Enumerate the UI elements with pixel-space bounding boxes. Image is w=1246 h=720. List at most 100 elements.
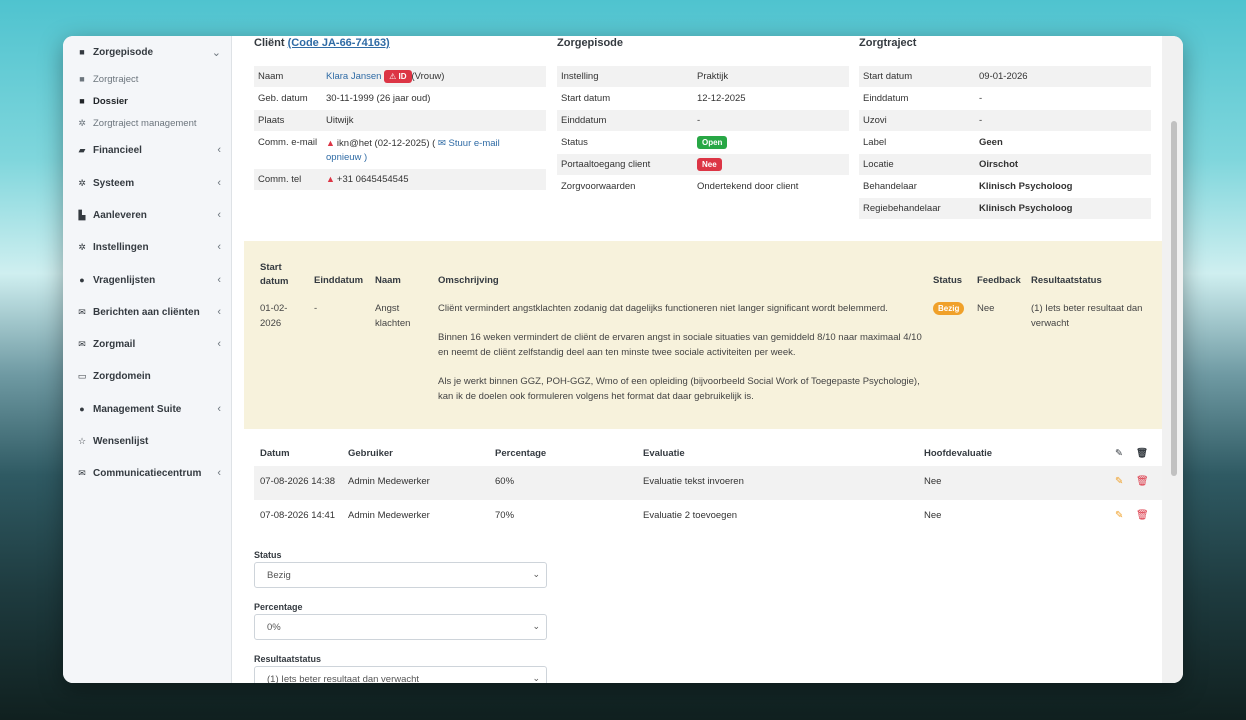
episode-title: Zorgepisode [557, 37, 624, 49]
episode-row: Start datum 12-12-2025 [561, 93, 746, 104]
traject-row: Start datum 09-01-2026 [859, 66, 1151, 87]
status-label: Status [254, 550, 282, 560]
percentage-label: Percentage [254, 602, 303, 612]
chevron-left-icon: ‹ [217, 403, 221, 415]
chevron-down-icon: ⌄ [532, 621, 540, 631]
portal-access-badge: Nee [697, 158, 722, 171]
chevron-left-icon: ‹ [217, 241, 221, 253]
chevron-down-icon: ⌄ [532, 569, 540, 579]
client-row-tel: Comm. tel ▲ +31 0645454545 [254, 169, 546, 190]
sidebar-item-wensenlijst[interactable]: ☆ Wensenlijst [75, 432, 221, 450]
sidebar-item-management-suite[interactable]: ● Management Suite ‹ [75, 400, 221, 418]
trash-icon[interactable]: 🗑 [1136, 476, 1149, 487]
sidebar-item-zorgtraject[interactable]: ■ Zorgtraject [75, 70, 221, 88]
chevron-left-icon: ‹ [217, 338, 221, 350]
envelope-icon: ✉ [78, 338, 86, 349]
client-title: Cliënt (Code JA-66-74163) [254, 37, 390, 49]
client-name-link[interactable]: Klara Jansen [326, 71, 381, 82]
goal-description-2: Binnen 16 weken vermindert de cliënt de … [438, 332, 922, 358]
scrollbar-thumb[interactable] [1171, 121, 1177, 476]
traject-row: Label Geen [863, 137, 1003, 148]
app-window: ■ Zorgepisode ⌄ ■ Zorgtraject ■ Dossier … [63, 36, 1183, 683]
briefcase-icon: ■ [79, 96, 85, 106]
chevron-left-icon: ‹ [217, 274, 221, 286]
sidebar-item-berichten[interactable]: ✉ Berichten aan cliënten ‹ [75, 303, 221, 321]
goal-end-date: - [314, 303, 318, 314]
client-row-naam: Naam Klara Jansen ⚠ ID (Vrouw) [254, 66, 546, 87]
status-select[interactable]: Bezig ⌄ [254, 562, 547, 588]
goal-start-date: 01-02-2026 [260, 303, 288, 329]
warning-icon: ▲ [326, 138, 335, 148]
globe-icon: ● [79, 275, 85, 285]
gears-icon: ✲ [78, 177, 86, 188]
globe-icon: ● [79, 404, 85, 414]
main-content: Cliënt (Code JA-66-74163) Naam Klara Jan… [244, 36, 1162, 683]
edit-icon[interactable]: ✎ [1115, 510, 1123, 521]
episode-row: Instelling Praktijk [557, 66, 849, 87]
sidebar-item-zorgepisode[interactable]: ■ Zorgepisode ⌄ [75, 43, 221, 61]
gear-icon: ✲ [78, 117, 86, 128]
goal-status-badge: Bezig [933, 302, 965, 315]
chevron-down-icon: ⌄ [211, 46, 221, 59]
resultaat-label: Resultaatstatus [254, 654, 322, 664]
chevron-left-icon: ‹ [217, 177, 221, 189]
book-icon: ▰ [78, 144, 86, 155]
goals-section: Start datum Einddatum Naam Omschrijving … [244, 241, 1162, 429]
edit-all-icon[interactable]: ✎ [1115, 448, 1123, 459]
truck-icon: ▙ [78, 209, 86, 220]
edit-icon[interactable]: ✎ [1115, 476, 1123, 487]
traject-title: Zorgtraject [859, 37, 917, 49]
traject-row: Regiebehandelaar Klinisch Psycholoog [859, 198, 1151, 219]
goal-name: Angst klachten [375, 303, 411, 329]
chevron-left-icon: ‹ [217, 306, 221, 318]
sidebar-item-financieel[interactable]: ▰ Financieel ‹ [75, 141, 221, 159]
sidebar-item-dossier[interactable]: ■ Dossier [75, 92, 221, 110]
sidebar-item-zorgdomein[interactable]: ▭ Zorgdomein [75, 367, 221, 385]
traject-row: Behandelaar Klinisch Psycholoog [863, 181, 1073, 192]
gear-icon: ✲ [78, 241, 86, 252]
client-code-link[interactable]: (Code JA-66-74163) [288, 37, 390, 49]
sidebar: ■ Zorgepisode ⌄ ■ Zorgtraject ■ Dossier … [63, 36, 232, 683]
scrollbar[interactable] [1162, 36, 1183, 683]
status-badge: Open [697, 136, 728, 149]
envelope-icon: ✉ [78, 467, 86, 478]
envelope-icon: ✉ [78, 306, 86, 317]
goal-feedback: Nee [977, 303, 995, 314]
chevron-left-icon: ‹ [217, 467, 221, 479]
episode-row: Zorgvoorwaarden Ondertekend door client [561, 181, 799, 192]
episode-row: Portaaltoegang client Nee [557, 154, 849, 175]
briefcase-icon: ■ [79, 74, 85, 84]
sidebar-item-aanleveren[interactable]: ▙ Aanleveren ‹ [75, 206, 221, 224]
table-row: 07-08-2026 14:38 Admin Medewerker 60% Ev… [254, 466, 1162, 500]
client-row-geb: Geb. datum 30-11-1999 (26 jaar oud) [258, 93, 431, 104]
goal-result-status: (1) Iets beter resultaat dan verwacht [1031, 303, 1143, 329]
id-warning-badge: ⚠ ID [384, 70, 412, 83]
resultaat-select[interactable]: (1) Iets beter resultaat dan verwacht ⌄ [254, 666, 547, 683]
sidebar-item-zorgtraject-management[interactable]: ✲ Zorgtraject management [75, 114, 221, 132]
table-row: 07-08-2026 14:41 Admin Medewerker 70% Ev… [260, 510, 1149, 521]
episode-row: Status Open [557, 132, 849, 153]
episode-row: Einddatum - [557, 110, 849, 131]
star-icon: ☆ [77, 435, 87, 446]
sidebar-item-vragenlijsten[interactable]: ● Vragenlijsten ‹ [75, 271, 221, 289]
sidebar-item-instellingen[interactable]: ✲ Instellingen ‹ [75, 238, 221, 256]
client-row-plaats: Plaats Uitwijk [254, 110, 546, 131]
goal-description-1: Cliënt vermindert angstklachten zodanig … [438, 303, 888, 314]
percentage-select[interactable]: 0% ⌄ [254, 614, 547, 640]
sidebar-item-systeem[interactable]: ✲ Systeem ‹ [75, 174, 221, 192]
traject-row: Einddatum - [863, 93, 983, 104]
chevron-left-icon: ‹ [217, 144, 221, 156]
traject-row: Uzovi - [859, 110, 1151, 131]
chevron-left-icon: ‹ [217, 209, 221, 221]
briefcase-icon: ■ [79, 47, 85, 57]
sidebar-item-zorgmail[interactable]: ✉ Zorgmail ‹ [75, 335, 221, 353]
client-row-email: Comm. e-mail ▲ ikn@het (02-12-2025) ( ✉ S… [258, 137, 500, 163]
goal-description-3: Als je werkt binnen GGZ, POH-GGZ, Wmo of… [438, 376, 920, 402]
delete-all-icon[interactable]: 🗑 [1136, 448, 1148, 459]
chevron-down-icon: ⌄ [532, 673, 540, 683]
trash-icon[interactable]: 🗑 [1136, 510, 1149, 521]
traject-row: Locatie Oirschot [859, 154, 1151, 175]
warning-icon: ▲ [326, 174, 335, 184]
sidebar-item-communicatiecentrum[interactable]: ✉ Communicatiecentrum ‹ [75, 464, 221, 482]
inbox-icon: ▭ [77, 370, 87, 381]
